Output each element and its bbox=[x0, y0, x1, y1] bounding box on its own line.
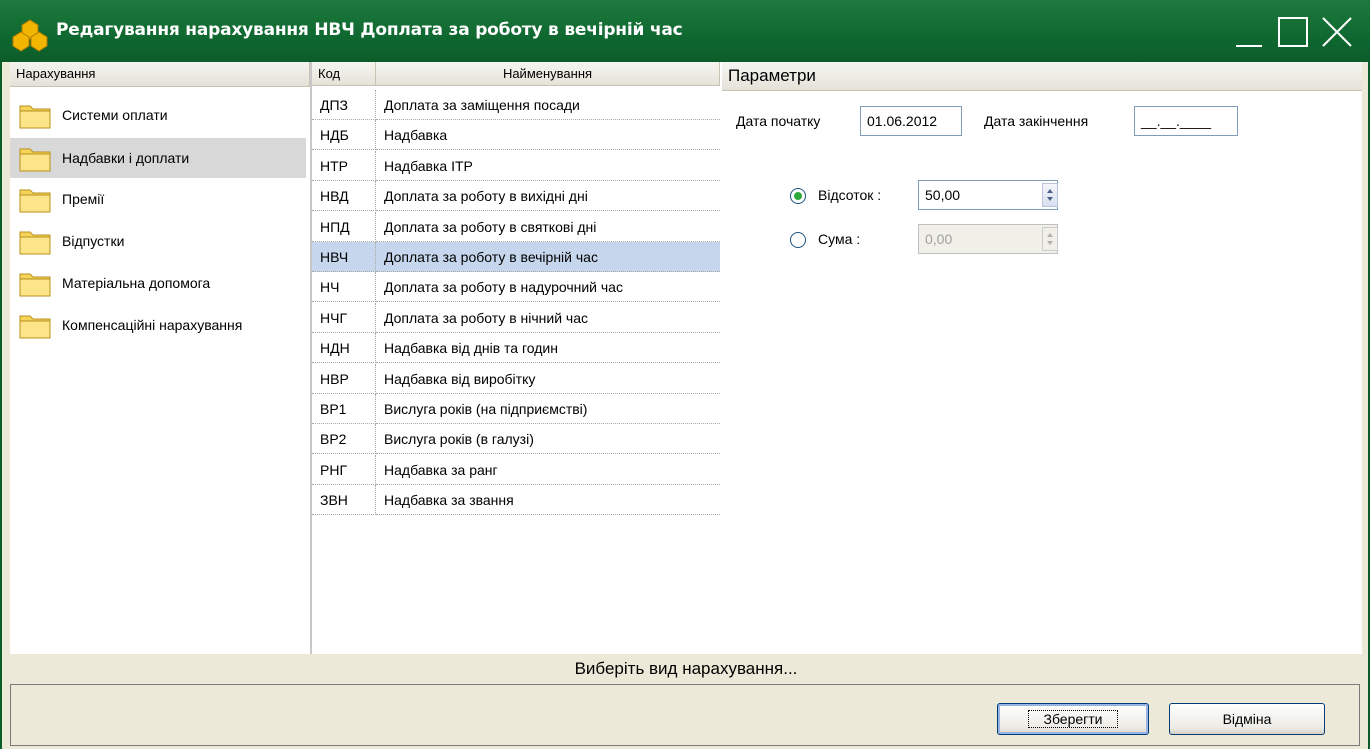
table-row[interactable]: ЗВН Надбавка за звання bbox=[312, 485, 720, 516]
column-header-code[interactable]: Код bbox=[312, 62, 376, 86]
window-frame-right bbox=[1362, 62, 1370, 749]
cell-code: НТР bbox=[312, 150, 376, 181]
category-label: Системи оплати bbox=[62, 107, 168, 123]
cell-code: НПД bbox=[312, 211, 376, 242]
sum-spinner[interactable] bbox=[1042, 227, 1058, 251]
folder-icon bbox=[19, 148, 51, 172]
category-label: Відпустки bbox=[62, 233, 125, 249]
parameters-panel: Параметри Дата початку 01.06.2012 Дата з… bbox=[722, 62, 1362, 654]
folder-icon bbox=[19, 315, 51, 339]
cell-name: Надбавка за ранг bbox=[376, 455, 720, 485]
table-row[interactable]: НДБ Надбавка bbox=[312, 120, 720, 151]
button-panel: Зберегти Відміна bbox=[10, 684, 1360, 746]
cell-name: Надбавка ІТР bbox=[376, 151, 720, 181]
cell-code: ВР1 bbox=[312, 394, 376, 424]
start-date-label: Дата початку bbox=[736, 113, 821, 129]
category-label: Премії bbox=[62, 191, 105, 207]
percent-label: Відсоток : bbox=[818, 187, 882, 203]
cell-name: Надбавка за звання bbox=[376, 485, 720, 516]
cell-code: ВР2 bbox=[312, 424, 376, 455]
window-frame-left bbox=[0, 62, 10, 749]
category-item-material-aid[interactable]: Матеріальна допомога bbox=[10, 263, 306, 303]
cell-code: ДПЗ bbox=[312, 90, 376, 120]
spinner-arrows-icon bbox=[1047, 189, 1053, 201]
save-button[interactable]: Зберегти bbox=[997, 703, 1149, 735]
maximize-button[interactable] bbox=[1274, 14, 1312, 52]
folder-icon bbox=[19, 231, 51, 255]
save-button-label: Зберегти bbox=[1028, 710, 1118, 728]
cell-name: Вислуга років (в галузі) bbox=[376, 424, 720, 455]
window-title: Редагування нарахування НВЧ Доплата за р… bbox=[56, 20, 683, 40]
cell-code: НЧГ bbox=[312, 302, 376, 333]
table-row[interactable]: ВР1 Вислуга років (на підприємстві) bbox=[312, 394, 720, 424]
percent-radio[interactable] bbox=[790, 188, 806, 204]
end-date-label: Дата закінчення bbox=[984, 113, 1089, 129]
category-header: Нарахування bbox=[10, 62, 310, 87]
cell-code: НДН bbox=[312, 333, 376, 364]
category-label: Компенсаційні нарахування bbox=[62, 317, 243, 333]
cell-name: Надбавка від днів та годин bbox=[376, 333, 720, 364]
category-label: Матеріальна допомога bbox=[62, 275, 211, 291]
percent-field[interactable]: 50,00 bbox=[918, 180, 1058, 210]
spinner-arrows-icon bbox=[1047, 233, 1053, 245]
table-row[interactable]: НЧГ Доплата за роботу в нічний час bbox=[312, 302, 720, 333]
category-item-payment-systems[interactable]: Системи оплати bbox=[10, 95, 306, 135]
app-logo-icon bbox=[12, 19, 48, 52]
table-row[interactable]: НЧ Доплата за роботу в надурочний час bbox=[312, 272, 720, 303]
folder-icon bbox=[19, 105, 51, 129]
end-date-field[interactable]: __.__.____ bbox=[1134, 106, 1238, 136]
close-button[interactable] bbox=[1318, 14, 1356, 52]
cell-name: Доплата за роботу в нічний час bbox=[376, 303, 720, 333]
table-row[interactable]: ДПЗ Доплата за заміщення посади bbox=[312, 90, 720, 120]
category-item-compensation[interactable]: Компенсаційні нарахування bbox=[10, 305, 306, 345]
sum-radio[interactable] bbox=[790, 232, 806, 248]
table-row[interactable]: НВЧ Доплата за роботу в вечірній час bbox=[312, 242, 720, 272]
cell-code: НВД bbox=[312, 181, 376, 212]
table-row[interactable]: ВР2 Вислуга років (в галузі) bbox=[312, 424, 720, 455]
sum-label: Сума : bbox=[818, 231, 861, 247]
title-bar[interactable]: Редагування нарахування НВЧ Доплата за р… bbox=[0, 0, 1370, 62]
accrual-grid: Код Найменування ДПЗ Доплата за заміщення… bbox=[311, 62, 723, 654]
percent-spinner[interactable] bbox=[1042, 183, 1058, 207]
cell-name: Доплата за роботу в вечірній час bbox=[376, 242, 720, 272]
parameters-header: Параметри bbox=[722, 62, 1362, 91]
cell-code: РНГ bbox=[312, 454, 376, 485]
grid-header: Код Найменування bbox=[312, 62, 720, 86]
minimize-button[interactable] bbox=[1230, 14, 1268, 52]
cancel-button[interactable]: Відміна bbox=[1169, 703, 1325, 735]
cell-name: Доплата за заміщення посади bbox=[376, 90, 720, 120]
table-row[interactable]: НПД Доплата за роботу в святкові дні bbox=[312, 211, 720, 242]
start-date-field[interactable]: 01.06.2012 bbox=[860, 106, 962, 136]
category-item-allowances[interactable]: Надбавки і доплати bbox=[10, 138, 306, 178]
cell-code: НВЧ bbox=[312, 242, 376, 272]
cell-name: Доплата за роботу в святкові дні bbox=[376, 212, 720, 242]
cell-name: Доплата за роботу в вихідні дні bbox=[376, 181, 720, 212]
category-item-bonuses[interactable]: Премії bbox=[10, 179, 306, 219]
cell-code: НВР bbox=[312, 363, 376, 394]
cell-code: ЗВН bbox=[312, 485, 376, 516]
column-header-name[interactable]: Найменування bbox=[376, 62, 720, 86]
cell-code: НДБ bbox=[312, 120, 376, 151]
status-message: Виберіть вид нарахування... bbox=[10, 654, 1362, 684]
cell-name: Вислуга років (на підприємстві) bbox=[376, 394, 720, 424]
folder-icon bbox=[19, 189, 51, 213]
table-row[interactable]: НТР Надбавка ІТР bbox=[312, 150, 720, 181]
table-row[interactable]: РНГ Надбавка за ранг bbox=[312, 454, 720, 485]
cell-name: Надбавка bbox=[376, 120, 720, 151]
folder-icon bbox=[19, 273, 51, 297]
category-item-vacations[interactable]: Відпустки bbox=[10, 221, 306, 261]
cell-name: Надбавка від виробітку bbox=[376, 364, 720, 394]
table-row[interactable]: НВД Доплата за роботу в вихідні дні bbox=[312, 181, 720, 212]
table-row[interactable]: НВР Надбавка від виробітку bbox=[312, 363, 720, 394]
sum-field[interactable]: 0,00 bbox=[918, 224, 1058, 254]
category-label: Надбавки і доплати bbox=[62, 150, 190, 166]
cell-code: НЧ bbox=[312, 272, 376, 303]
table-row[interactable]: НДН Надбавка від днів та годин bbox=[312, 333, 720, 364]
cell-name: Доплата за роботу в надурочний час bbox=[376, 272, 720, 303]
category-panel: Нарахування Системи оплати Надбавки і до… bbox=[10, 62, 311, 654]
